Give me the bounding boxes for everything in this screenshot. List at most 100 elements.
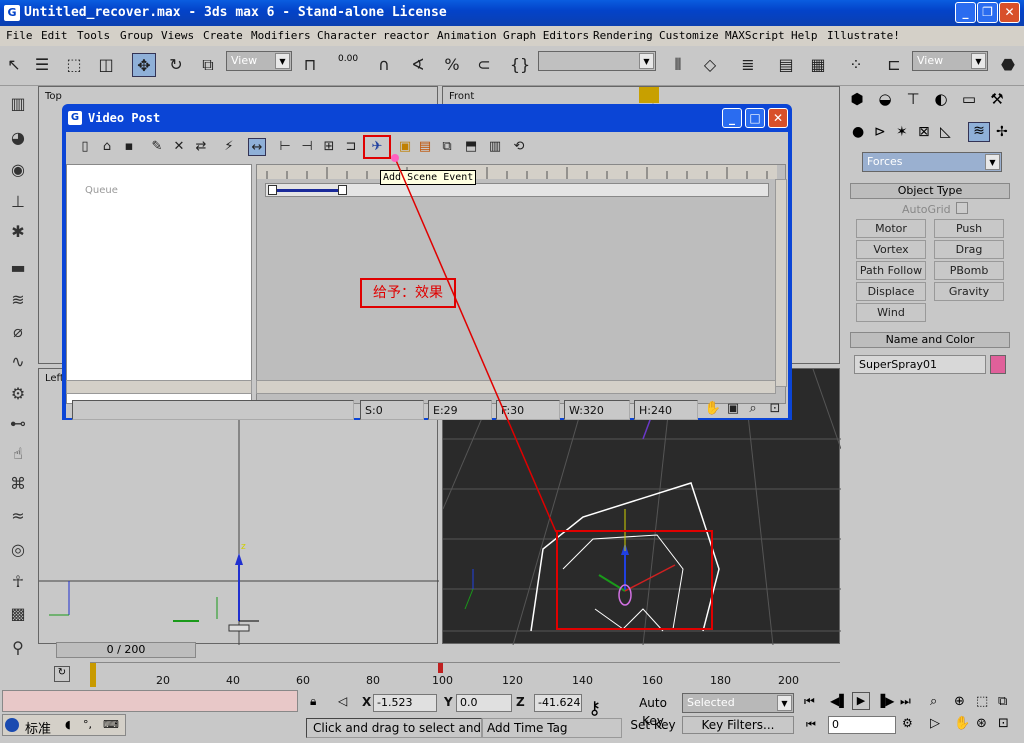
push-button[interactable]: Push xyxy=(934,219,1004,238)
maximize-viewport-icon[interactable]: ⊡ xyxy=(998,716,1009,731)
track-horizontal-scrollbar[interactable] xyxy=(256,380,776,394)
hierarchy-tab-icon[interactable]: ⊤ xyxy=(902,90,924,112)
track-panel[interactable] xyxy=(256,164,787,404)
pbomb-button[interactable]: PBomb xyxy=(934,261,1004,280)
menu-edit[interactable]: Edit xyxy=(41,29,68,42)
category-combo[interactable]: Forces ▼ xyxy=(862,152,1002,172)
curve-editor-icon[interactable]: ▤ xyxy=(774,53,798,77)
queue-scrollbar[interactable] xyxy=(66,380,252,394)
path-follow-button[interactable]: Path Follow xyxy=(856,261,926,280)
go-to-start-icon[interactable]: ⏮ xyxy=(804,694,815,709)
object-type-header[interactable]: Object Type xyxy=(850,183,1010,199)
restore-button[interactable]: ❐ xyxy=(977,2,998,23)
key-mode-toggle-icon[interactable]: ⏮ xyxy=(806,718,816,732)
menu-reactor[interactable]: reactor xyxy=(383,29,429,42)
angle-snap-icon[interactable]: ∢ xyxy=(406,53,430,77)
time-config-icon[interactable]: ⚙ xyxy=(902,716,913,730)
menu-rendering[interactable]: Rendering xyxy=(593,29,653,42)
field-of-view-icon[interactable]: ▷ xyxy=(930,716,940,731)
auto-key-button[interactable]: Auto Key xyxy=(628,694,678,728)
listener-pane[interactable] xyxy=(2,690,298,712)
named-selection-combo[interactable]: ▼ xyxy=(538,51,656,71)
material-icon[interactable]: ▩ xyxy=(6,602,30,626)
abut-selected-icon[interactable]: ⊐ xyxy=(342,138,360,156)
displace-button[interactable]: Displace xyxy=(856,282,926,301)
magnet-snap-icon[interactable]: ∩ xyxy=(372,53,396,77)
wave-icon[interactable]: ≈ xyxy=(6,504,30,528)
sphere-icon[interactable]: ◕ xyxy=(6,126,30,150)
wind-button[interactable]: Wind xyxy=(856,303,926,322)
menu-graph-editors[interactable]: Graph Editors xyxy=(503,29,589,42)
gear-icon[interactable]: ⚙ xyxy=(6,382,30,406)
render-scene-icon[interactable]: ⊏ xyxy=(882,53,906,77)
vortex-button[interactable]: Vortex xyxy=(856,240,926,259)
zoom-icon[interactable]: ⌕ xyxy=(930,694,937,709)
menu-modifiers[interactable]: Modifiers xyxy=(251,29,311,42)
add-image-layer-icon[interactable]: ⧉ xyxy=(438,138,456,156)
next-frame-icon[interactable]: ▐▶ xyxy=(876,694,894,708)
spring-icon[interactable]: ≋ xyxy=(6,288,30,312)
shapes-icon[interactable]: ⊳ xyxy=(874,124,886,140)
spinner-snap-icon[interactable]: ⊂ xyxy=(472,53,496,77)
zoom-extents-icon[interactable]: ⬚ xyxy=(976,694,988,709)
arc-rotate-icon[interactable]: ⊛ xyxy=(976,716,987,731)
make-same-size-icon[interactable]: ⊞ xyxy=(320,138,338,156)
pivot-icon[interactable]: ⊓ xyxy=(298,53,322,77)
region-select-icon[interactable]: ⬚ xyxy=(62,53,86,77)
menu-tools[interactable]: Tools xyxy=(77,29,110,42)
video-post-minimize-button[interactable]: _ xyxy=(722,108,742,128)
execute-sequence-icon[interactable]: ⚡ xyxy=(220,138,238,156)
minimize-button[interactable]: _ xyxy=(955,2,976,23)
queue-panel[interactable]: Queue xyxy=(66,164,252,404)
hand-icon[interactable]: ☝ xyxy=(6,442,30,466)
schematic-icon[interactable]: ▦ xyxy=(806,53,830,77)
pan-icon[interactable]: ✋ xyxy=(954,716,970,731)
modify-tab-icon[interactable]: ◒ xyxy=(874,90,896,112)
add-time-tag-button[interactable]: Add Time Tag xyxy=(482,718,622,738)
name-and-color-header[interactable]: Name and Color xyxy=(850,332,1010,348)
zoom-region-icon[interactable]: ⊡ xyxy=(766,400,784,418)
render-view-combo[interactable]: View ▼ xyxy=(912,51,988,71)
key-mode-icon[interactable]: ⚷ xyxy=(588,698,601,719)
cameras-icon[interactable]: ⊠ xyxy=(918,124,930,140)
edit-event-icon[interactable]: ✎ xyxy=(148,138,166,156)
menu-create[interactable]: Create xyxy=(203,29,243,42)
biped-icon[interactable]: ☥ xyxy=(6,570,30,594)
space-warps-icon[interactable]: ≋ xyxy=(968,122,990,142)
open-mini-curve-icon[interactable]: ↻ xyxy=(54,666,70,682)
time-slider[interactable]: 0 / 200 xyxy=(56,642,196,658)
zoom-extents-icon[interactable]: ▣ xyxy=(724,400,742,418)
plane-icon[interactable]: ▬ xyxy=(6,256,30,280)
range-end-handle[interactable] xyxy=(338,185,347,195)
geometry-icon[interactable]: ● xyxy=(852,124,864,140)
menu-views[interactable]: Views xyxy=(161,29,194,42)
add-loop-event-icon[interactable]: ⟲ xyxy=(510,138,528,156)
motion-tab-icon[interactable]: ◐ xyxy=(930,90,952,112)
delete-event-icon[interactable]: ✕ xyxy=(170,138,188,156)
add-image-output-icon[interactable]: ⬒ xyxy=(462,138,480,156)
add-external-event-icon[interactable]: ▥ xyxy=(486,138,504,156)
menu-customize[interactable]: Customize xyxy=(659,29,719,42)
select-by-name-icon[interactable]: ☰ xyxy=(30,53,54,77)
gravity-button[interactable]: Gravity xyxy=(934,282,1004,301)
hose-icon[interactable]: ∿ xyxy=(6,350,30,374)
link-icon[interactable]: ⚲ xyxy=(6,636,30,660)
transform-mode-icon[interactable]: ◁ xyxy=(338,694,347,708)
align-icon[interactable]: ◇ xyxy=(698,53,722,77)
range-bar[interactable] xyxy=(272,189,342,192)
rotate-icon[interactable]: ↻ xyxy=(164,53,188,77)
range-track[interactable] xyxy=(265,183,769,197)
mirror-icon[interactable]: ⫴ xyxy=(666,53,690,77)
teapot-icon[interactable]: ◉ xyxy=(6,158,30,182)
zoom-all-icon[interactable]: ⊕ xyxy=(954,694,965,709)
new-sequence-icon[interactable]: ▯ xyxy=(76,138,94,156)
menu-animation[interactable]: Animation xyxy=(437,29,497,42)
capsule-icon[interactable]: ⌀ xyxy=(6,320,30,344)
selection-set-combo[interactable]: Selected ▼ xyxy=(682,693,794,713)
zoom-extents-all-icon[interactable]: ⧉ xyxy=(998,694,1007,709)
layers-icon[interactable]: ≣ xyxy=(736,53,760,77)
helpers-icon[interactable]: ◺ xyxy=(940,124,951,140)
menu-maxscript[interactable]: MAXScript xyxy=(725,29,785,42)
lights-icon[interactable]: ✶ xyxy=(896,124,908,140)
bone-icon[interactable]: ⊷ xyxy=(6,412,30,436)
